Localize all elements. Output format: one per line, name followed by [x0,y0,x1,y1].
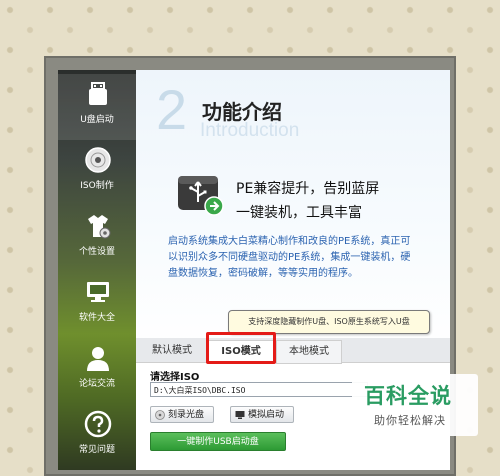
iso-path-input[interactable]: D:\大白菜ISO\DBC.ISO [150,382,368,397]
shirt-gear-icon [88,215,111,239]
user-icon [87,347,109,371]
tab-default-mode[interactable]: 默认模式 [142,340,202,362]
tab-local-mode[interactable]: 本地模式 [276,340,342,364]
usb-drive-icon [89,82,107,105]
sidebar-item-label: 个性设置 [78,247,115,257]
tooltip: 支持深度隐藏制作U盘、ISO原生系统写入U盘 [228,310,430,334]
sidebar-item-faq[interactable]: 常见问题 [58,404,136,470]
feature-line-1: PE兼容提升，告别蓝屏 [236,181,380,197]
make-usb-boot-button[interactable]: 一键制作USB启动盘 [150,432,286,451]
watermark: 百科全说 助你轻松解决 [352,374,478,436]
sidebar-item-label: 论坛交流 [78,379,115,389]
sidebar-item-software[interactable]: 软件大全 [58,272,136,338]
watermark-title: 百科全说 [364,384,452,408]
iso-select-label: 请选择ISO [150,372,200,383]
sidebar-item-forum[interactable]: 论坛交流 [58,338,136,404]
feature-line-2: 一键装机，工具丰富 [236,205,362,221]
step-number: 2 [156,78,188,141]
sidebar-item-label: ISO制作 [80,181,114,191]
disc-icon [85,147,111,173]
usb-drive-icon [178,176,224,216]
sidebar-item-iso-make[interactable]: ISO制作 [58,140,136,206]
simulate-boot-label: 模拟启动 [248,410,285,420]
sidebar-item-label: 常见问题 [78,445,115,455]
tab-iso-mode[interactable]: ISO模式 [208,340,274,363]
burn-disc-button[interactable]: 刻录光盘 [150,406,214,423]
page-subtitle: Introduction [200,120,300,141]
burn-disc-label: 刻录光盘 [168,410,205,420]
monitor-icon [235,410,245,419]
sidebar-item-usb-boot[interactable]: U盘启动 [58,74,136,140]
simulate-boot-button[interactable]: 模拟启动 [230,406,294,423]
feature-description: 启动系统集成大白菜精心制作和改良的PE系统，真正可以识别众多不同硬盘驱动的PE系… [168,236,411,279]
sidebar-item-label: U盘启动 [80,115,114,125]
mode-tabs: 默认模式 ISO模式 本地模式 [136,338,450,364]
help-icon [84,410,112,438]
sidebar-item-personal-settings[interactable]: 个性设置 [58,206,136,272]
sidebar-item-label: 软件大全 [78,313,115,323]
sidebar: U盘启动 ISO制作 个性设置 软件大全 论坛交流 常见问题 [58,70,136,470]
watermark-subtitle: 助你轻松解决 [374,414,446,427]
disc-icon [155,409,165,420]
monitor-icon [87,282,109,302]
